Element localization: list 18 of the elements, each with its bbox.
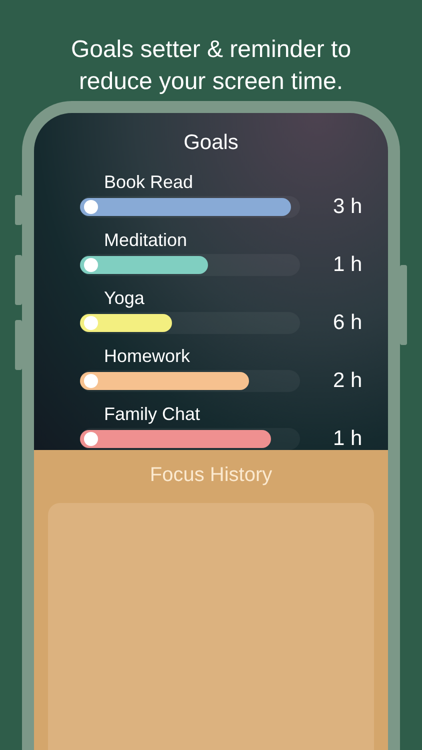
headline: Goals setter & reminder to reduce your screen time.	[70, 35, 352, 97]
goal-hours: 1 h	[332, 428, 364, 450]
history-title: Focus History	[150, 464, 272, 487]
goal-hours: 2 h	[332, 370, 364, 392]
goal-bar[interactable]	[80, 256, 208, 274]
goal-hours: 6 h	[332, 312, 364, 334]
goal-name: Book Read	[103, 171, 194, 193]
goal-name: Homework	[103, 345, 192, 367]
goal-name: Meditation	[103, 229, 188, 251]
goal-name: Yoga	[103, 287, 146, 309]
goal-bar[interactable]	[80, 198, 292, 216]
goal-bar[interactable]	[80, 372, 250, 390]
goal-bar[interactable]	[80, 430, 272, 448]
goal-bar[interactable]	[80, 314, 172, 332]
goal-name: Family Chat	[103, 403, 202, 425]
goal-hours: 3 h	[332, 196, 364, 218]
screen-title: Goals	[182, 131, 240, 155]
goal-hours: 1 h	[332, 254, 364, 276]
